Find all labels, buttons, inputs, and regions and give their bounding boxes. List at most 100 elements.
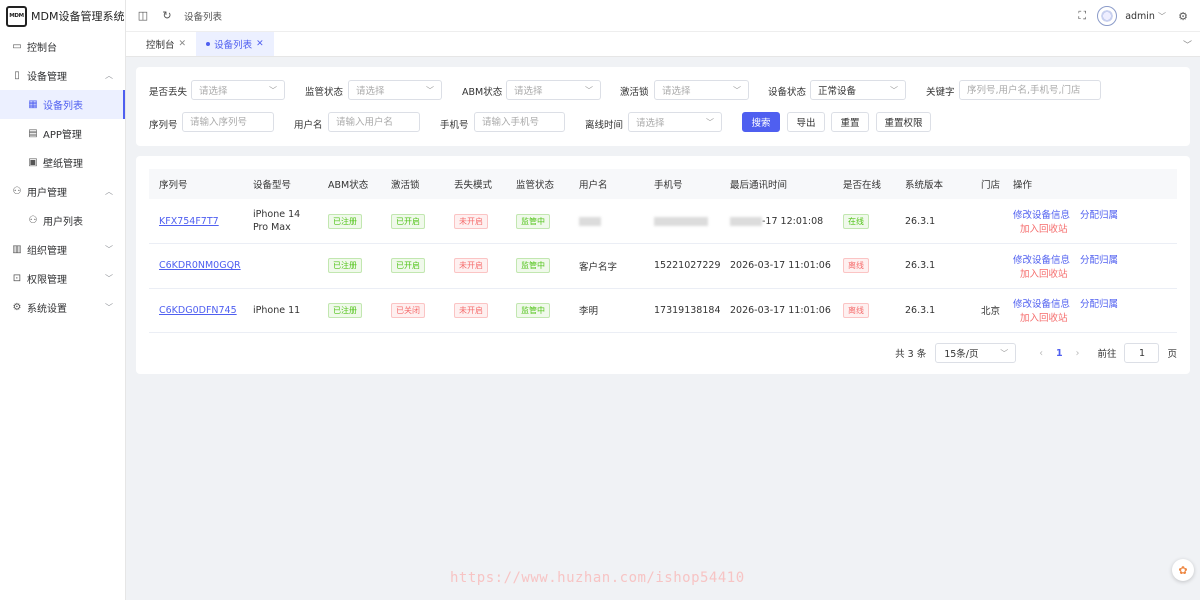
lost-select[interactable]: 请选择 ﹀ <box>191 80 285 100</box>
supervise-status-badge: 监管中 <box>516 258 550 274</box>
avatar[interactable] <box>1097 6 1118 26</box>
fullscreen-icon[interactable]: ⛶ <box>1075 9 1089 23</box>
column-header: 激活锁 <box>381 169 444 199</box>
sidebar-item-dashboard[interactable]: ▭ 控制台 <box>0 32 125 61</box>
column-header: 是否在线 <box>833 169 895 199</box>
assign-owner-link[interactable]: 分配归属 <box>1080 210 1118 221</box>
column-header: 设备型号 <box>243 169 318 199</box>
tab-dashboard[interactable]: 控制台 ✕ <box>136 32 196 56</box>
username: 李明 <box>569 288 644 333</box>
mdm-logo-icon: MDM <box>6 5 27 27</box>
tab-device-list[interactable]: 设备列表 ✕ <box>196 32 274 56</box>
chevron-up-icon: ︿ <box>105 71 113 80</box>
top-header: ◫ ↻ 设备列表 ⛶ admin ﹀ ⚙ <box>126 0 1200 32</box>
activation-lock-badge: 已关闭 <box>391 302 425 318</box>
sidebar-item-permission-management[interactable]: ⊡ 权限管理 ﹀ <box>0 264 125 293</box>
close-icon[interactable]: ✕ <box>256 39 264 49</box>
prev-page-icon[interactable]: ‹ <box>1039 348 1043 359</box>
sidebar-toggle-icon[interactable]: ◫ <box>136 9 150 23</box>
recycle-link[interactable]: 加入回收站 <box>1013 310 1177 324</box>
recycle-link[interactable]: 加入回收站 <box>1013 221 1177 235</box>
refresh-icon[interactable]: ↻ <box>160 9 174 23</box>
assign-owner-link[interactable]: 分配归属 <box>1080 299 1118 310</box>
chevron-down-icon: ﹀ <box>426 86 434 95</box>
sidebar-item-device-list[interactable]: ▦ 设备列表 <box>0 90 125 119</box>
breadcrumb: 设备列表 <box>184 11 223 23</box>
abm-select[interactable]: 请选择 ﹀ <box>506 80 601 100</box>
recycle-link[interactable]: 加入回收站 <box>1013 266 1177 280</box>
sidebar-item-label: 组织管理 <box>27 246 67 257</box>
edit-device-link[interactable]: 修改设备信息 <box>1013 255 1070 266</box>
watermark-text: https://www.huzhan.com/ishop54410 <box>450 570 745 586</box>
next-page-icon[interactable]: › <box>1076 348 1080 359</box>
page-size-select[interactable]: 15条/页 ﹀ <box>935 343 1017 363</box>
os-version: 26.3.1 <box>895 288 971 333</box>
close-icon[interactable]: ✕ <box>179 39 187 49</box>
edit-device-link[interactable]: 修改设备信息 <box>1013 210 1070 221</box>
os-version: 26.3.1 <box>895 243 971 289</box>
settings-gear-icon[interactable]: ⚙ <box>1176 9 1190 23</box>
serial-input[interactable] <box>182 112 274 132</box>
offline-time-select[interactable]: 请选择 ﹀ <box>628 112 722 132</box>
username-input[interactable] <box>328 112 420 132</box>
chevron-down-icon: ﹀ <box>105 274 113 283</box>
supervise-status-badge: 监管中 <box>516 302 550 318</box>
supervise-select[interactable]: 请选择 ﹀ <box>348 80 442 100</box>
user-menu[interactable]: admin ﹀ <box>1125 11 1166 22</box>
reset-permission-button[interactable]: 重置权限 <box>876 112 931 132</box>
device-model: iPhone 14 Pro Max <box>243 199 318 244</box>
select-placeholder: 请选择 <box>356 86 385 97</box>
activation-lock-badge: 已开启 <box>391 258 425 274</box>
keyword-input[interactable] <box>959 80 1101 100</box>
user-name: admin <box>1125 10 1155 22</box>
phone-input[interactable] <box>474 112 565 132</box>
sidebar-item-system-settings[interactable]: ⚙ 系统设置 ﹀ <box>0 293 125 322</box>
column-header: 丢失模式 <box>444 169 506 199</box>
device-status-select[interactable]: 正常设备 ﹀ <box>810 80 906 100</box>
assign-owner-link[interactable]: 分配归属 <box>1080 255 1118 266</box>
online-status-badge: 离线 <box>843 302 869 318</box>
grid-icon: ▦ <box>28 99 38 110</box>
device-table: 序列号 设备型号 ABM状态 激活锁 丢失模式 监管状态 用户名 手机号 最后通… <box>149 169 1177 333</box>
goto-page-input[interactable]: 1 <box>1124 343 1160 363</box>
supervise-status-badge: 监管中 <box>516 213 550 229</box>
reset-button[interactable]: 重置 <box>831 112 869 132</box>
sidebar-item-label: 权限管理 <box>27 275 67 286</box>
tab-label: 控制台 <box>146 40 175 51</box>
floating-settings-icon[interactable]: ✿ <box>1172 559 1194 581</box>
serial-link[interactable]: C6KDR0NM0GQR <box>159 260 241 271</box>
filter-label-activation-lock: 激活锁 <box>620 87 649 98</box>
page-size-value: 15条/页 <box>944 349 979 360</box>
phone-icon: ▯ <box>14 70 20 81</box>
serial-link[interactable]: C6KDG0DFN745 <box>159 305 237 316</box>
sidebar-item-device-management[interactable]: ▯ 设备管理 ︿ <box>0 61 125 90</box>
chevron-down-icon[interactable]: ﹀ <box>1183 38 1192 51</box>
sidebar-item-user-list[interactable]: ⚇ 用户列表 <box>0 206 125 235</box>
chevron-down-icon: ﹀ <box>269 86 277 95</box>
filter-label-abm: ABM状态 <box>462 87 503 98</box>
total-count: 共 3 条 <box>895 349 927 360</box>
chevron-down-icon: ﹀ <box>890 86 898 95</box>
activation-lock-select[interactable]: 请选择 ﹀ <box>654 80 749 100</box>
sidebar-item-user-management[interactable]: ⚇ 用户管理 ︿ <box>0 177 125 206</box>
column-header: 系统版本 <box>895 169 971 199</box>
tab-label: 设备列表 <box>214 40 253 51</box>
current-page[interactable]: 1 <box>1056 348 1063 359</box>
sidebar-item-label: 系统设置 <box>27 304 67 315</box>
search-button[interactable]: 搜索 <box>742 112 780 132</box>
edit-device-link[interactable]: 修改设备信息 <box>1013 299 1070 310</box>
image-icon: ▣ <box>28 157 38 168</box>
export-button[interactable]: 导出 <box>787 112 825 132</box>
serial-link[interactable]: KFX754F7T7 <box>159 216 219 227</box>
store <box>971 199 1003 244</box>
column-header: ABM状态 <box>318 169 381 199</box>
sidebar-item-wallpaper-management[interactable]: ▣ 壁纸管理 <box>0 148 125 177</box>
table-row: KFX754F7T7 iPhone 14 Pro Max 已注册 已开启 未开启… <box>149 199 1177 244</box>
lost-mode-badge: 未开启 <box>454 258 488 274</box>
sidebar-item-app-management[interactable]: ▤ APP管理 <box>0 119 125 148</box>
chevron-down-icon: ﹀ <box>733 86 741 95</box>
goto-label: 前往 <box>1097 349 1117 360</box>
last-contact-time: 2026-03-17 11:01:06 <box>720 288 833 333</box>
app-title: MDM设备管理系统 <box>31 10 125 23</box>
sidebar-item-org-management[interactable]: ▥ 组织管理 ﹀ <box>0 235 125 264</box>
